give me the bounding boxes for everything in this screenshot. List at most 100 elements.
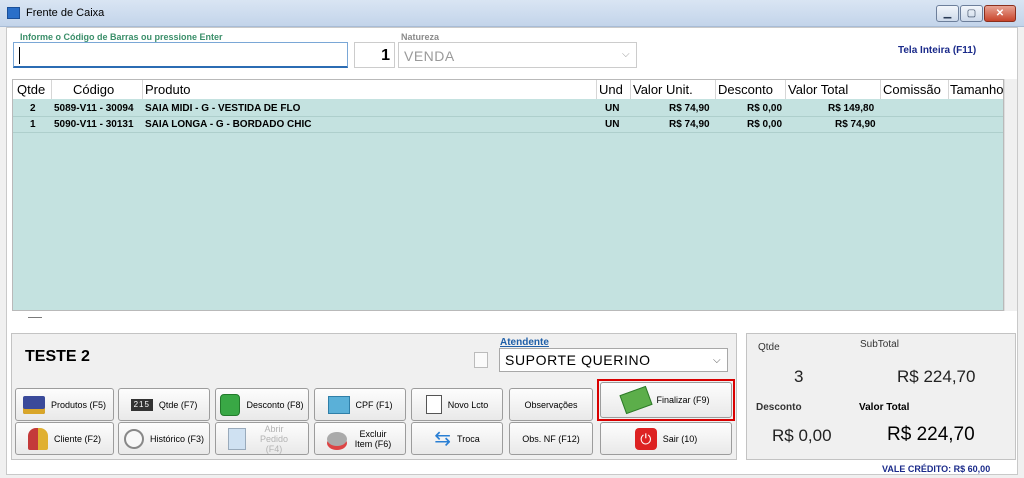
window-title: Frente de Caixa <box>26 7 105 19</box>
qtde-total-label: Qtde <box>758 342 780 353</box>
finalizar-highlight <box>597 379 735 421</box>
counter-icon: 215 <box>130 398 153 411</box>
cell-valor-total: R$ 74,90 <box>835 119 876 130</box>
subtotal-label: SubTotal <box>860 339 899 350</box>
col-divider <box>948 80 949 99</box>
new-document-icon <box>425 395 442 414</box>
cell-valor-unit: R$ 74,90 <box>669 119 710 130</box>
subtotal-value: R$ 224,70 <box>897 367 976 386</box>
atendente-label: Atendente <box>500 337 549 348</box>
natureza-label: Natureza <box>401 32 440 42</box>
historico-label: Histórico (F3) <box>149 433 204 444</box>
cell-und: UN <box>605 103 620 114</box>
table-row[interactable]: 1 5090-V11 - 30131 SAIA LONGA - G - BORD… <box>13 117 1003 133</box>
valor-total-value: R$ 224,70 <box>887 424 975 445</box>
produtos-label: Produtos (F5) <box>50 399 107 410</box>
col-divider <box>630 80 631 99</box>
text-caret <box>19 47 20 64</box>
app-icon <box>7 7 20 19</box>
col-divider <box>880 80 881 99</box>
table-row[interactable]: 2 5089-V11 - 30094 SAIA MIDI - G - VESTI… <box>13 101 1003 117</box>
people-icon <box>27 427 48 450</box>
col-header-codigo[interactable]: Código <box>73 80 115 99</box>
excluir-item-button[interactable]: Excluir Item (F6) <box>314 422 406 455</box>
col-header-valor-unit[interactable]: Valor Unit. <box>633 80 693 99</box>
abrir-pedido-button[interactable]: Abrir Pedido (F4) <box>215 422 309 455</box>
vale-credito-status: VALE CRÉDITO: R$ 60,00 <box>882 464 991 474</box>
cell-codigo: 5090-V11 - 30131 <box>54 119 134 130</box>
cell-qtde: 1 <box>30 119 36 130</box>
cliente-label: Cliente (F2) <box>53 433 101 444</box>
natureza-select[interactable]: VENDA <box>398 42 637 68</box>
chevron-down-icon[interactable]: ⌵ <box>713 355 721 366</box>
valor-total-label: Valor Total <box>859 402 910 413</box>
qtde-label: Qtde (F7) <box>158 399 198 410</box>
historico-button[interactable]: Histórico (F3) <box>118 422 210 455</box>
excluir-item-label: Excluir Item (F6) <box>354 428 392 449</box>
barcode-label: Informe o Código de Barras ou pressione … <box>20 32 223 42</box>
col-divider <box>596 80 597 99</box>
desconto-total-label: Desconto <box>756 402 802 413</box>
close-button[interactable]: ✕ <box>984 5 1016 22</box>
exchange-arrows-icon: ⇆ <box>434 427 452 450</box>
fullscreen-link[interactable]: Tela Inteira (F11) <box>898 45 976 56</box>
cell-produto: SAIA LONGA - G - BORDADO CHIC <box>145 119 312 130</box>
col-header-desconto[interactable]: Desconto <box>718 80 773 99</box>
desconto-total-value: R$ 0,00 <box>772 426 832 445</box>
obs-nf-label: Obs. NF (F12) <box>522 433 580 444</box>
customer-name: TESTE 2 <box>25 348 90 365</box>
cell-valor-total: R$ 149,80 <box>828 103 875 114</box>
cell-desconto: R$ 0,00 <box>747 103 783 114</box>
col-header-valor-total[interactable]: Valor Total <box>788 80 849 99</box>
splitter-handle[interactable] <box>28 317 42 318</box>
cpf-button[interactable]: CPF (F1) <box>314 388 406 421</box>
barcode-input[interactable] <box>13 42 348 68</box>
cliente-button[interactable]: Cliente (F2) <box>15 422 114 455</box>
desconto-button[interactable]: Desconto (F8) <box>215 388 309 421</box>
maximize-button[interactable]: ▢ <box>960 5 983 22</box>
cell-desconto: R$ 0,00 <box>747 119 783 130</box>
vertical-scrollbar[interactable] <box>1004 79 1017 311</box>
chevron-down-icon[interactable]: ⌵ <box>622 49 630 60</box>
cell-produto: SAIA MIDI - G - VESTIDA DE FLO <box>145 103 301 114</box>
produtos-button[interactable]: Produtos (F5) <box>15 388 114 421</box>
cell-und: UN <box>605 119 620 130</box>
delete-item-icon <box>327 431 347 446</box>
shopping-cart-icon <box>22 395 45 414</box>
col-header-und[interactable]: Und <box>599 80 623 99</box>
col-header-tamanho[interactable]: Tamanho <box>950 80 1003 99</box>
sair-label: Sair (10) <box>662 433 698 444</box>
observacoes-button[interactable]: Observações <box>509 388 593 421</box>
quantity-input[interactable]: 1 <box>354 42 395 68</box>
cell-qtde: 2 <box>30 103 36 114</box>
minimize-button[interactable]: ▁ <box>936 5 959 22</box>
note-icon[interactable] <box>474 352 488 368</box>
id-card-icon <box>327 395 350 414</box>
observacoes-label: Observações <box>524 399 578 410</box>
qtde-total-value: 3 <box>794 367 804 386</box>
desconto-label: Desconto (F8) <box>246 399 304 410</box>
obs-nf-button[interactable]: Obs. NF (F12) <box>509 422 593 455</box>
magnifier-icon <box>123 428 144 449</box>
col-header-comissao[interactable]: Comissão <box>883 80 948 99</box>
title-bar <box>0 0 1024 27</box>
col-header-qtde[interactable]: Qtde <box>17 80 46 99</box>
order-document-icon <box>228 427 246 450</box>
cpf-label: CPF (F1) <box>355 399 393 410</box>
novo-lcto-label: Novo Lcto <box>447 399 489 410</box>
troca-label: Troca <box>457 433 480 444</box>
calculator-icon <box>220 393 241 416</box>
novo-lcto-button[interactable]: Novo Lcto <box>411 388 503 421</box>
troca-button[interactable]: ⇆ Troca <box>411 422 503 455</box>
sair-button[interactable]: ⏻ Sair (10) <box>600 422 732 455</box>
cell-valor-unit: R$ 74,90 <box>669 103 710 114</box>
cell-codigo: 5089-V11 - 30094 <box>54 103 134 114</box>
col-divider <box>142 80 143 99</box>
col-divider <box>785 80 786 99</box>
abrir-pedido-label: Abrir Pedido (F4) <box>259 423 289 454</box>
col-header-produto[interactable]: Produto <box>145 80 191 99</box>
power-icon: ⏻ <box>634 427 657 450</box>
atendente-select[interactable]: SUPORTE QUERINO <box>499 348 728 372</box>
col-divider <box>715 80 716 99</box>
qtde-button[interactable]: 215 Qtde (F7) <box>118 388 210 421</box>
